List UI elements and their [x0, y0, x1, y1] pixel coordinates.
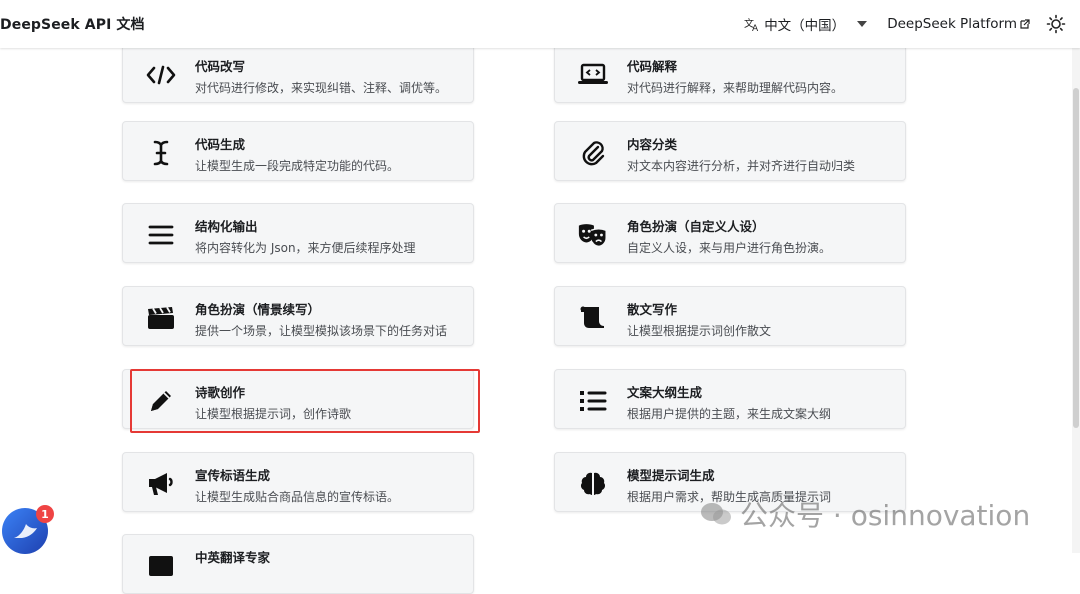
card-code-explain[interactable]: 代码解释 对代码进行解释，来帮助理解代码内容。 [554, 43, 906, 103]
card-title: 散文写作 [627, 302, 678, 317]
site-brand[interactable]: DeepSeek API 文档 [0, 14, 145, 34]
pencil-icon [145, 387, 177, 415]
card-desc: 让模型根据提示词创作散文 [627, 324, 772, 338]
language-dropdown[interactable]: 文 A 中文（中国） [744, 14, 868, 34]
card-poetry-writing[interactable]: 诗歌创作 让模型根据提示词，创作诗歌 [122, 369, 474, 429]
top-navbar: DeepSeek API 文档 文 A 中文（中国） DeepSeek Plat… [0, 0, 1080, 48]
card-title: 模型提示词生成 [627, 468, 715, 483]
svg-text:A: A [752, 24, 759, 32]
card-title: 文案大纲生成 [627, 385, 703, 400]
card-desc: 让模型根据提示词，创作诗歌 [195, 407, 352, 421]
notification-badge: 1 [36, 505, 54, 523]
card-title: 内容分类 [627, 137, 678, 152]
card-desc: 让模型生成贴合商品信息的宣传标语。 [195, 490, 400, 504]
card-desc: 根据用户提供的主题，来生成文案大纲 [627, 407, 832, 421]
card-desc: 提供一个场景，让模型模拟该场景下的任务对话 [195, 324, 448, 338]
card-title: 代码生成 [195, 137, 246, 152]
card-title: 代码解释 [627, 59, 678, 74]
code-icon [145, 61, 177, 89]
text-cursor-icon [145, 139, 177, 167]
clapperboard-icon [145, 304, 177, 332]
chevron-down-icon [857, 21, 868, 27]
scrollbar-thumb[interactable] [1073, 88, 1079, 428]
card-slogan-generate[interactable]: 宣传标语生成 让模型生成贴合商品信息的宣传标语。 [122, 452, 474, 512]
laptop-code-icon [577, 61, 609, 89]
card-desc: 将内容转化为 Json，来方便后续程序处理 [195, 241, 416, 255]
card-roleplay-scenario[interactable]: 角色扮演（情景续写） 提供一个场景，让模型模拟该场景下的任务对话 [122, 286, 474, 346]
platform-link[interactable]: DeepSeek Platform [887, 16, 1030, 32]
card-desc: 对代码进行解释，来帮助理解代码内容。 [627, 81, 844, 95]
brain-icon [577, 470, 609, 498]
card-translation-expert[interactable]: 中英翻译专家 [122, 534, 474, 594]
card-title: 角色扮演（自定义人设） [627, 219, 765, 234]
card-title: 宣传标语生成 [195, 468, 271, 483]
navbar-right: 文 A 中文（中国） DeepSeek Platform [744, 0, 1080, 48]
list-icon [577, 387, 609, 415]
wechat-icon [701, 503, 731, 525]
paperclip-icon [577, 139, 609, 167]
megaphone-icon [145, 470, 177, 498]
watermark: 公众号 · osinnovation [700, 494, 1030, 534]
platform-link-label: DeepSeek Platform [887, 16, 1017, 32]
scroll-icon [577, 304, 609, 332]
card-code-rewrite[interactable]: 代码改写 对代码进行修改，来实现纠错、注释、调优等。 [122, 43, 474, 103]
card-title: 诗歌创作 [195, 385, 246, 400]
menu-lines-icon [145, 221, 177, 249]
language-icon [145, 552, 177, 580]
card-structured-output[interactable]: 结构化输出 将内容转化为 Json，来方便后续程序处理 [122, 203, 474, 263]
card-title: 角色扮演（情景续写） [195, 302, 321, 317]
card-title: 中英翻译专家 [195, 550, 271, 565]
card-content-classify[interactable]: 内容分类 对文本内容进行分析，并对齐进行自动归类 [554, 121, 906, 181]
example-card-grid: 代码改写 对代码进行修改，来实现纠错、注释、调优等。 代码解释 对代码进行解释，… [0, 0, 1080, 594]
card-title: 结构化输出 [195, 219, 258, 234]
language-label: 中文（中国） [764, 18, 846, 34]
card-roleplay-persona[interactable]: 角色扮演（自定义人设） 自定义人设，来与用户进行角色扮演。 [554, 203, 906, 263]
watermark-text: 公众号 · osinnovation [740, 499, 1031, 532]
external-link-icon [1020, 19, 1030, 29]
card-copy-outline[interactable]: 文案大纲生成 根据用户提供的主题，来生成文案大纲 [554, 369, 906, 429]
theater-masks-icon [577, 221, 609, 249]
page-scrollbar[interactable] [1072, 48, 1080, 553]
card-prose-writing[interactable]: 散文写作 让模型根据提示词创作散文 [554, 286, 906, 346]
card-desc: 自定义人设，来与用户进行角色扮演。 [627, 241, 832, 255]
card-title: 代码改写 [195, 59, 246, 74]
sun-icon[interactable] [1046, 14, 1066, 34]
card-desc: 让模型生成一段完成特定功能的代码。 [195, 159, 400, 173]
translate-icon: 文 A [744, 17, 759, 32]
card-code-generate[interactable]: 代码生成 让模型生成一段完成特定功能的代码。 [122, 121, 474, 181]
card-desc: 对文本内容进行分析，并对齐进行自动归类 [627, 159, 856, 173]
card-desc: 对代码进行修改，来实现纠错、注释、调优等。 [195, 81, 448, 95]
